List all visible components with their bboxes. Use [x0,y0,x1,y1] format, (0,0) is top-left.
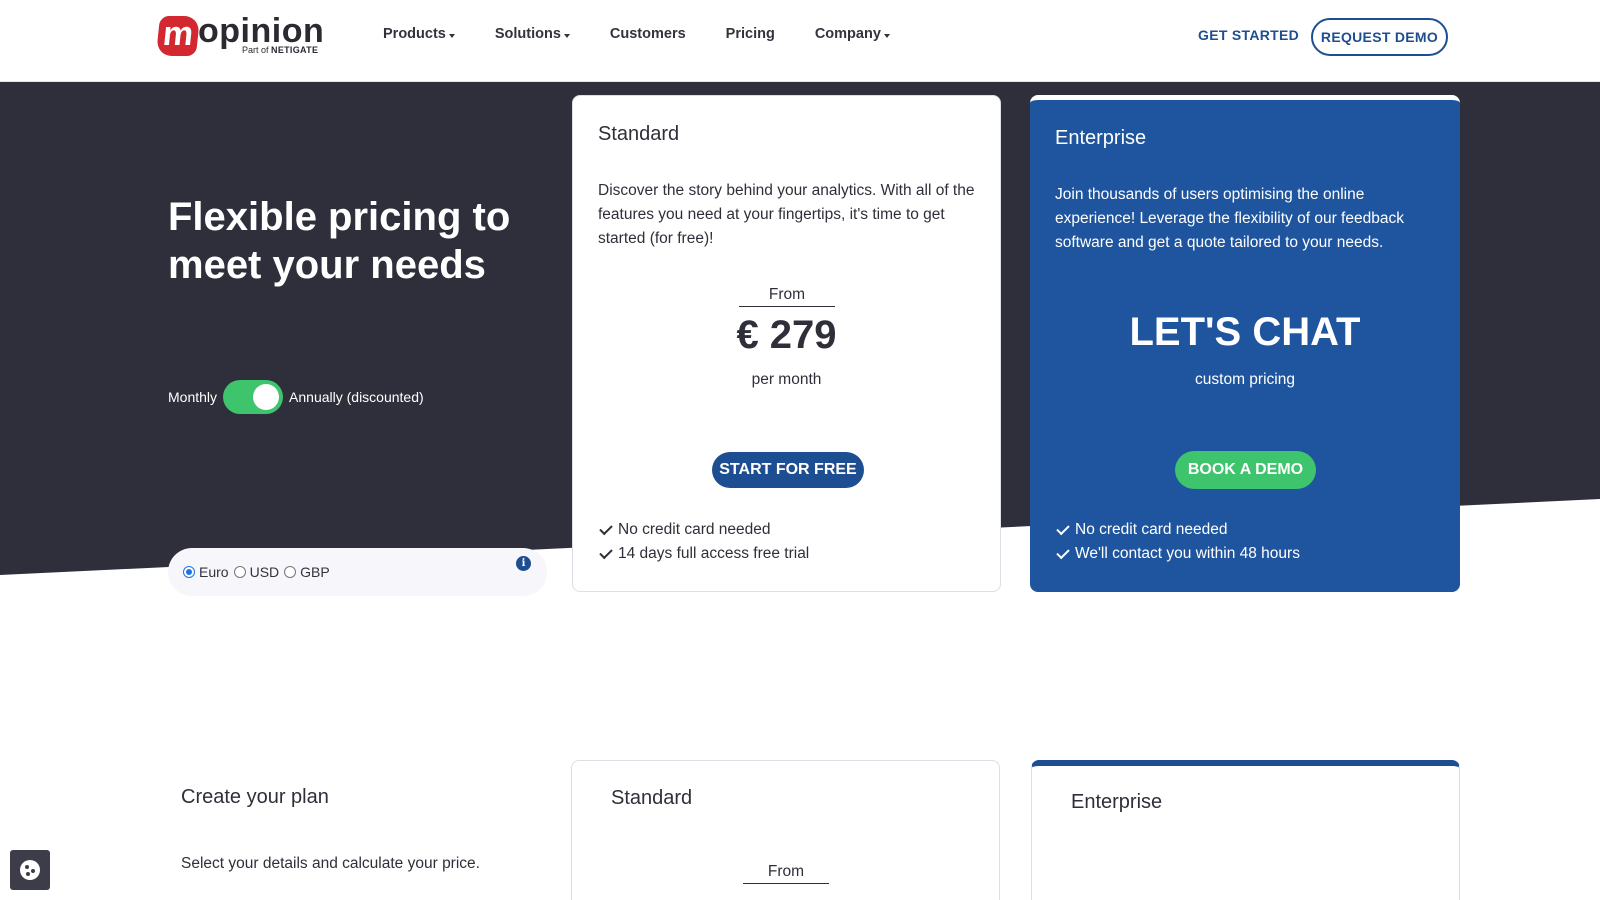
currency-radio-gbp[interactable] [284,566,297,578]
billing-annually-label: Annually (discounted) [289,389,424,405]
caret-down-icon [563,33,570,38]
feature-item: We'll contact you within 48 hours [1055,542,1300,566]
plan-features: No credit card needed We'll contact you … [1055,518,1300,566]
logo-sub-brand: NETIGATE [271,45,319,55]
check-icon [1056,521,1070,535]
billing-toggle-row: Monthly Annually (discounted) [168,380,424,414]
book-a-demo-button[interactable]: BOOK A DEMO [1175,451,1316,489]
feature-text: 14 days full access free trial [618,545,810,562]
create-plan-subtitle: Select your details and calculate your p… [181,855,480,872]
plan-description: Discover the story behind your analytics… [598,182,975,247]
currency-label-gbp: GBP [300,564,330,580]
nav-customers[interactable]: Customers [610,26,686,42]
feature-text: No credit card needed [618,521,771,538]
nav-solutions[interactable]: Solutions [495,26,570,42]
check-icon [1056,545,1070,559]
price-from-label: From [743,863,829,884]
logo-subline: Part of NETIGATE [242,45,318,55]
logo-mark: m [155,15,201,56]
billing-monthly-label: Monthly [168,389,218,405]
plan-features: No credit card needed 14 days full acces… [598,518,809,566]
feature-text: No credit card needed [1075,521,1228,538]
check-icon [599,545,613,559]
plan-name: Standard [611,787,693,809]
price-period: per month [751,371,822,388]
plan-price: € 279 [736,313,837,357]
create-plan-title: Create your plan [181,786,329,808]
info-icon[interactable]: i [516,556,531,571]
currency-selector: Euro USD GBP i [168,548,547,596]
feature-text: We'll contact you within 48 hours [1075,545,1300,562]
nav-label: Pricing [725,26,775,42]
request-demo-button[interactable]: REQUEST DEMO [1311,18,1448,56]
calculator-standard-card: Standard From [571,760,1000,900]
plan-description: Join thousands of users optimising the o… [1055,186,1404,251]
feature-item: 14 days full access free trial [598,542,809,566]
plan-name: Standard [598,123,680,145]
cookie-settings-button[interactable] [10,850,50,890]
toggle-knob [253,384,280,410]
custom-pricing-label: custom pricing [1195,371,1295,388]
cookie-icon [20,860,40,880]
standard-plan-card: Standard Discover the story behind your … [572,95,1001,592]
feature-item: No credit card needed [1055,518,1300,542]
start-for-free-button[interactable]: START FOR FREE [712,452,864,488]
feature-item: No credit card needed [598,518,809,542]
currency-label-usd: USD [249,564,280,580]
mopinion-logo[interactable]: m opinion Part of NETIGATE [155,12,324,58]
lets-chat-headline: LET'S CHAT [1129,310,1361,354]
price-from-label: From [739,286,835,307]
currency-radio-euro[interactable] [183,566,195,578]
enterprise-plan-card: Enterprise Join thousands of users optim… [1030,95,1460,592]
main-nav: Products Solutions Customers Pricing Com… [383,26,930,42]
logo-sub-prefix: Part of [242,45,269,55]
nav-label: Solutions [494,26,561,42]
currency-label-euro: Euro [199,564,229,580]
hero-title: Flexible pricing to meet your needs [168,195,511,287]
billing-period-toggle[interactable] [223,380,284,414]
nav-pricing[interactable]: Pricing [726,26,775,42]
nav-products[interactable]: Products [383,26,455,42]
plan-name: Enterprise [1071,791,1163,813]
calculator-enterprise-card: Enterprise [1031,760,1460,900]
nav-label: Products [383,26,446,42]
plan-name: Enterprise [1055,127,1147,149]
site-header: m opinion Part of NETIGATE Products Solu… [0,0,1600,82]
nav-company[interactable]: Company [815,26,890,42]
caret-down-icon [448,33,455,38]
get-started-link[interactable]: GET STARTED [1198,27,1299,43]
nav-label: Company [814,26,881,42]
caret-down-icon [883,33,890,38]
currency-radio-usd[interactable] [233,566,246,578]
check-icon [599,521,613,535]
nav-label: Customers [609,26,686,42]
